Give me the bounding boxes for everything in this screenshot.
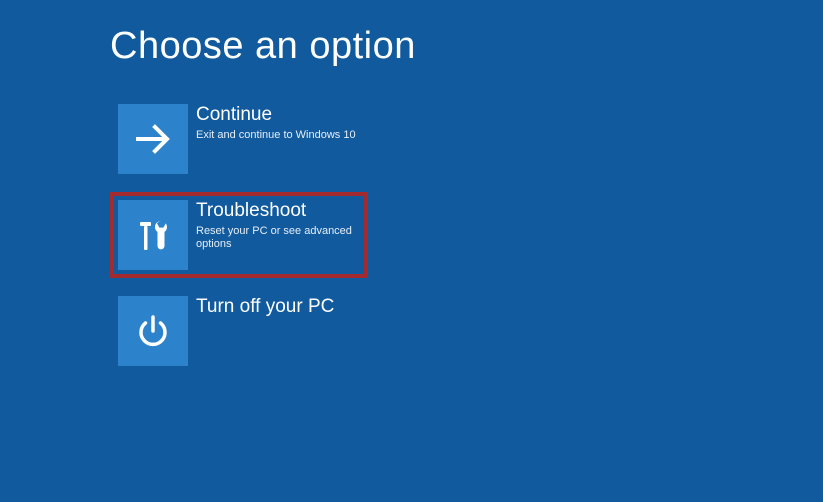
continue-option[interactable]: Continue Exit and continue to Windows 10 — [110, 96, 368, 182]
troubleshoot-option[interactable]: Troubleshoot Reset your PC or see advanc… — [110, 192, 368, 278]
arrow-right-icon — [118, 104, 188, 174]
power-icon — [118, 296, 188, 366]
tools-icon — [118, 200, 188, 270]
page-title: Choose an option — [110, 25, 823, 68]
turnoff-title: Turn off your PC — [196, 296, 334, 319]
turnoff-option[interactable]: Turn off your PC — [110, 288, 368, 374]
troubleshoot-title: Troubleshoot — [196, 200, 360, 223]
continue-title: Continue — [196, 104, 356, 127]
troubleshoot-desc: Reset your PC or see advanced options — [196, 225, 360, 251]
continue-desc: Exit and continue to Windows 10 — [196, 129, 356, 142]
